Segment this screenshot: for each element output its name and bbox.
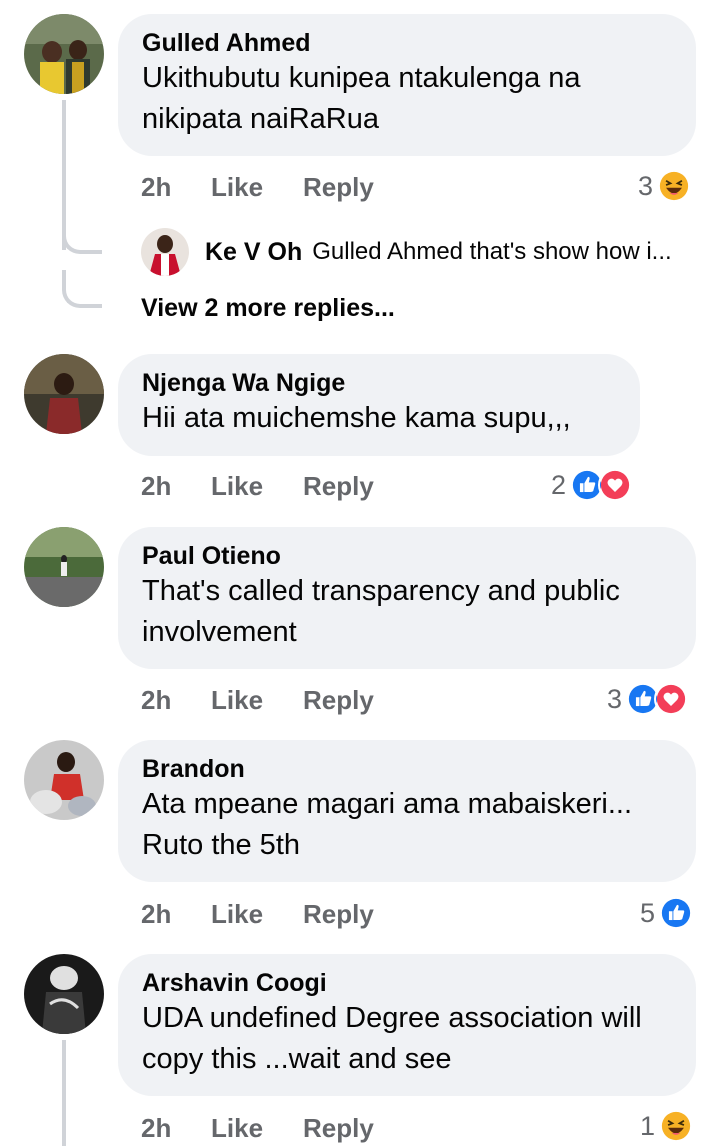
- avatar[interactable]: [24, 527, 104, 607]
- love-icon: [598, 468, 633, 502]
- reaction-count: 3: [638, 170, 654, 201]
- like-button[interactable]: Like: [211, 897, 263, 931]
- reaction-summary[interactable]: 3: [607, 679, 689, 719]
- reaction-count: 1: [640, 1110, 656, 1141]
- comment-text: That's called transparency and public in…: [142, 575, 620, 648]
- comment-text: Ata mpeane magari ama mabaiskeri... Ruto…: [142, 788, 632, 861]
- like-button[interactable]: Like: [211, 683, 263, 717]
- comment-bubble: Arshavin Coogi UDA undefined Degree asso…: [118, 954, 696, 1096]
- comment-author[interactable]: Paul Otieno: [142, 541, 672, 571]
- comment-text: Hii ata muichemshe kama supu,,,: [142, 402, 571, 434]
- reply-button[interactable]: Reply: [303, 1111, 374, 1145]
- comment-author[interactable]: Brandon: [142, 754, 672, 784]
- reply-author[interactable]: Ke V Oh: [205, 238, 302, 267]
- avatar[interactable]: [24, 740, 104, 820]
- comment-time[interactable]: 2h: [141, 1111, 171, 1145]
- comment-author[interactable]: Gulled Ahmed: [142, 28, 672, 58]
- comment-text: UDA undefined Degree association will co…: [142, 1002, 642, 1075]
- like-button[interactable]: Like: [211, 170, 263, 204]
- thread-connector: [62, 214, 102, 254]
- comment-bubble: Gulled Ahmed Ukithubutu kunipea ntakulen…: [118, 14, 696, 156]
- like-icon: [659, 896, 694, 930]
- comment-bubble: Njenga Wa Ngige Hii ata muichemshe kama …: [118, 354, 640, 456]
- comment-time[interactable]: 2h: [141, 469, 171, 503]
- reaction-count: 5: [640, 897, 656, 928]
- comment-time[interactable]: 2h: [141, 683, 171, 717]
- comment-bubble: Paul Otieno That's called transparency a…: [118, 527, 696, 669]
- comment-text: Ukithubutu kunipea ntakulenga na nikipat…: [142, 62, 581, 135]
- view-more-replies-link[interactable]: View 2 more replies...: [141, 294, 395, 323]
- reaction-summary[interactable]: 1: [640, 1106, 694, 1146]
- reaction-count: 2: [551, 469, 567, 500]
- avatar[interactable]: [24, 954, 104, 1034]
- reaction-summary[interactable]: 2: [551, 465, 633, 505]
- comment-time[interactable]: 2h: [141, 170, 171, 204]
- avatar[interactable]: [24, 14, 104, 94]
- haha-icon: [657, 169, 692, 203]
- comment-bubble: Brandon Ata mpeane magari ama mabaiskeri…: [118, 740, 696, 882]
- reply-button[interactable]: Reply: [303, 897, 374, 931]
- like-button[interactable]: Like: [211, 469, 263, 503]
- reaction-count: 3: [607, 683, 623, 714]
- thread-connector: [62, 270, 102, 308]
- reply-button[interactable]: Reply: [303, 170, 374, 204]
- comment-time[interactable]: 2h: [141, 897, 171, 931]
- avatar[interactable]: [24, 354, 104, 434]
- comment-author[interactable]: Njenga Wa Ngige: [142, 368, 616, 398]
- thread-line: [62, 1040, 66, 1146]
- avatar[interactable]: [141, 228, 189, 276]
- haha-icon: [659, 1109, 694, 1143]
- reply-text: Gulled Ahmed that's show how i...: [312, 238, 672, 265]
- reply-button[interactable]: Reply: [303, 683, 374, 717]
- comment-author[interactable]: Arshavin Coogi: [142, 968, 672, 998]
- reaction-summary[interactable]: 3: [638, 166, 692, 206]
- reply-preview[interactable]: Ke V Oh Gulled Ahmed that's show how i..…: [141, 228, 672, 276]
- love-icon: [654, 682, 689, 716]
- like-button[interactable]: Like: [211, 1111, 263, 1145]
- reply-button[interactable]: Reply: [303, 469, 374, 503]
- reaction-summary[interactable]: 5: [640, 893, 694, 933]
